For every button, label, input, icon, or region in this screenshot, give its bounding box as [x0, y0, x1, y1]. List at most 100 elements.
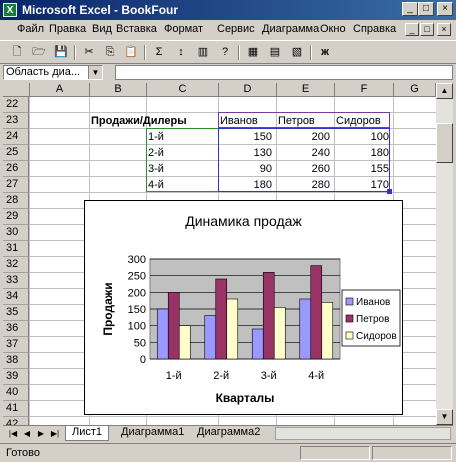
bar	[321, 302, 334, 360]
chart-type-icon[interactable]: ▦	[244, 44, 262, 61]
range-resize-handle[interactable]	[387, 189, 392, 194]
chart-xlabel: Кварталы	[216, 391, 275, 405]
scroll-down-icon[interactable]: ▼	[436, 409, 453, 425]
excel-app-icon[interactable]: X	[3, 3, 17, 17]
row-header[interactable]: 26	[3, 161, 29, 177]
row-header[interactable]: 28	[3, 193, 29, 209]
menu-chart[interactable]: Диаграмма	[262, 23, 319, 35]
chart-canvas: 050100150200250300 1-й 2-й 3-й 4-й Продажи …	[101, 254, 401, 405]
last-sheet-icon[interactable]: ▶|	[49, 427, 61, 440]
x-tick-label: 3-й	[261, 370, 277, 382]
new-icon[interactable]: 🗋	[8, 44, 26, 61]
sheet-tab-chart2[interactable]: Диаграмма2	[191, 426, 266, 440]
maximize-button[interactable]: □	[418, 2, 434, 16]
values-range	[218, 128, 390, 192]
chart-format-icon[interactable]: ▧	[288, 44, 306, 61]
row-header[interactable]: 39	[3, 369, 29, 385]
row-header[interactable]: 37	[3, 337, 29, 353]
row-header[interactable]: 32	[3, 257, 29, 273]
column-header[interactable]: A	[30, 83, 90, 97]
bar	[226, 298, 239, 360]
row-header[interactable]: 33	[3, 273, 29, 289]
copy-icon[interactable]: ⎘	[101, 44, 119, 61]
menu-help[interactable]: Справка	[353, 23, 396, 35]
legend-swatch	[345, 331, 354, 340]
menu-format[interactable]: Формат	[164, 23, 203, 35]
toolbar-separator	[238, 45, 240, 60]
y-tick-label: 150	[128, 304, 146, 316]
chart-wizard-icon[interactable]: ▥	[194, 44, 212, 61]
close-button[interactable]: ×	[437, 2, 453, 16]
column-header[interactable]: E	[277, 83, 335, 97]
row-header[interactable]: 22	[3, 97, 29, 113]
name-box-value: Область диа...	[6, 66, 81, 78]
x-tick-label: 1-й	[166, 370, 182, 382]
menu-file[interactable]: Файл	[17, 23, 44, 35]
row-header[interactable]: 24	[3, 129, 29, 145]
embedded-chart[interactable]: Динамика продаж 0 50 100 150 200 250 300 1-й 2-…	[84, 200, 403, 415]
first-sheet-icon[interactable]: |◀	[7, 427, 19, 440]
menu-window[interactable]: Окно	[320, 23, 346, 35]
legend-swatch	[345, 297, 354, 306]
row-header[interactable]: 38	[3, 353, 29, 369]
row-header[interactable]: 23	[3, 113, 29, 129]
menu-tools[interactable]: Сервис	[217, 23, 255, 35]
toolbar-separator	[310, 45, 312, 60]
name-box[interactable]: Область диа... ▼	[3, 65, 103, 80]
prev-sheet-icon[interactable]: ◀	[21, 427, 33, 440]
sheet-tab-chart1[interactable]: Диаграмма1	[115, 426, 190, 440]
doc-restore-button[interactable]: □	[420, 23, 434, 36]
sort-icon[interactable]: ↕	[172, 44, 190, 61]
status-bar: Готово	[0, 443, 456, 462]
doc-close-button[interactable]: ×	[437, 23, 451, 36]
horizontal-scrollbar[interactable]	[275, 427, 451, 440]
row-header[interactable]: 31	[3, 241, 29, 257]
table-header-cell[interactable]: Продажи/Дилеры	[91, 115, 201, 127]
scroll-thumb[interactable]	[436, 123, 453, 163]
row-header[interactable]: 41	[3, 401, 29, 417]
paste-icon[interactable]: 📋	[122, 44, 140, 61]
bold-icon[interactable]: ж	[316, 44, 334, 61]
menu-edit[interactable]: Правка	[49, 23, 86, 35]
open-icon[interactable]: 🗁	[30, 44, 48, 61]
y-tick-label: 50	[134, 337, 146, 349]
menu-bar: Файл Правка Вид Вставка Формат Сервис Ди…	[0, 20, 456, 40]
row-header[interactable]: 36	[3, 321, 29, 337]
bar	[299, 298, 312, 360]
column-header[interactable]: G	[394, 83, 436, 97]
toolbar-separator	[144, 45, 146, 60]
menu-view[interactable]: Вид	[92, 23, 112, 35]
chart-data-icon[interactable]: ▤	[266, 44, 284, 61]
row-header[interactable]: 29	[3, 209, 29, 225]
row-header[interactable]: 35	[3, 305, 29, 321]
cut-icon[interactable]: ✂	[80, 44, 98, 61]
next-sheet-icon[interactable]: ▶	[35, 427, 47, 440]
doc-minimize-button[interactable]: _	[405, 23, 419, 36]
vertical-scrollbar[interactable]: ▲ ▼	[436, 83, 453, 425]
row-header[interactable]: 40	[3, 385, 29, 401]
name-box-dropdown-icon[interactable]: ▼	[88, 66, 102, 79]
status-text: Готово	[6, 447, 40, 459]
legend-label: Петров	[356, 314, 389, 325]
row-header[interactable]: 34	[3, 289, 29, 305]
column-header[interactable]: C	[147, 83, 219, 97]
row-header[interactable]: 27	[3, 177, 29, 193]
select-all-corner[interactable]	[3, 83, 30, 97]
sheet-tab-list1[interactable]: Лист1	[65, 426, 110, 441]
row-header[interactable]: 42	[3, 417, 29, 425]
sum-icon[interactable]: Σ	[150, 44, 168, 61]
row-header[interactable]: 30	[3, 225, 29, 241]
column-header[interactable]: B	[90, 83, 147, 97]
column-header[interactable]: F	[335, 83, 394, 97]
column-header[interactable]: D	[219, 83, 277, 97]
menu-insert[interactable]: Вставка	[116, 23, 157, 35]
y-tick-label: 300	[128, 254, 146, 266]
scroll-up-icon[interactable]: ▲	[436, 83, 453, 99]
help-icon[interactable]: ?	[216, 44, 234, 61]
row-header[interactable]: 25	[3, 145, 29, 161]
formula-input[interactable]	[115, 65, 453, 80]
save-icon[interactable]: 💾	[52, 44, 70, 61]
minimize-button[interactable]: _	[402, 2, 418, 16]
status-pane	[300, 446, 370, 460]
x-tick-label: 2-й	[213, 370, 229, 382]
